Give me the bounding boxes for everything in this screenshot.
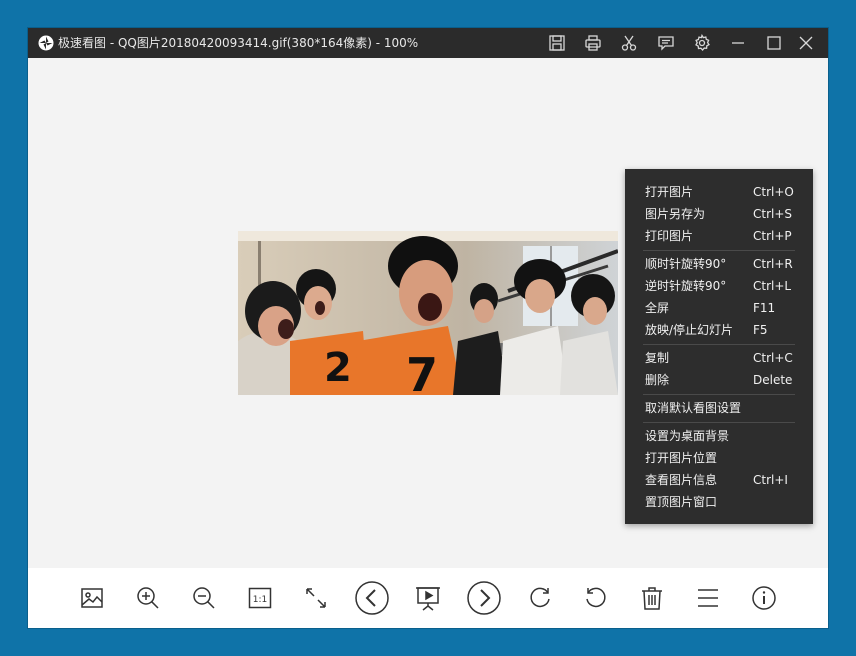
menu-item-open-image[interactable]: 打开图片 Ctrl+O — [625, 181, 813, 203]
zoom-out-icon[interactable] — [188, 582, 220, 614]
menu-item-label: 逆时针旋转90° — [645, 279, 727, 293]
next-icon[interactable] — [466, 580, 502, 616]
menu-item-image-info[interactable]: 查看图片信息 Ctrl+I — [625, 469, 813, 491]
menu-item-open-location[interactable]: 打开图片位置 — [625, 447, 813, 469]
menu-item-shortcut: F11 — [753, 301, 776, 315]
menu-separator — [643, 422, 795, 423]
menu-item-label: 图片另存为 — [645, 207, 706, 221]
menu-separator — [643, 344, 795, 345]
actual-size-icon[interactable]: 1:1 — [244, 582, 276, 614]
close-icon[interactable] — [796, 33, 816, 53]
trash-icon[interactable] — [636, 582, 668, 614]
actual-size-label: 1:1 — [253, 595, 267, 605]
menu-item-label: 置顶图片窗口 — [645, 495, 718, 509]
menu-item-shortcut: Ctrl+I — [753, 473, 788, 487]
menu-item-label: 复制 — [645, 351, 670, 365]
jersey-number-7: 7 — [406, 348, 438, 395]
menu-item-rotate-counterclockwise[interactable]: 逆时针旋转90° Ctrl+L — [625, 275, 813, 297]
menu-item-label: 顺时针旋转90° — [645, 257, 727, 271]
menu-item-fullscreen[interactable]: 全屏 F11 — [625, 297, 813, 319]
image-icon[interactable] — [76, 582, 108, 614]
fit-window-icon[interactable] — [300, 582, 332, 614]
feedback-icon[interactable] — [656, 33, 676, 53]
minimize-icon[interactable] — [728, 33, 748, 53]
menu-item-print-image[interactable]: 打印图片 Ctrl+P — [625, 225, 813, 247]
zoom-in-icon[interactable] — [132, 582, 164, 614]
gear-icon[interactable] — [692, 33, 712, 53]
menu-item-label: 删除 — [645, 373, 670, 387]
menu-item-shortcut: Delete — [753, 373, 793, 387]
menu-item-label: 放映/停止幻灯片 — [645, 323, 734, 337]
menu-item-slideshow[interactable]: 放映/停止幻灯片 F5 — [625, 319, 813, 341]
menu-item-label: 设置为桌面背景 — [645, 429, 730, 443]
menu-separator — [643, 394, 795, 395]
displayed-photo: 2 7 — [238, 231, 618, 395]
rotate-counterclockwise-icon[interactable] — [580, 582, 612, 614]
menu-item-label: 取消默认看图设置 — [645, 401, 742, 415]
previous-icon[interactable] — [354, 580, 390, 616]
menu-item-save-as[interactable]: 图片另存为 Ctrl+S — [625, 203, 813, 225]
menu-item-shortcut: Ctrl+S — [753, 207, 793, 221]
menu-item-label: 打开图片 — [645, 185, 694, 199]
menu-item-label: 查看图片信息 — [645, 473, 718, 487]
menu-item-shortcut: Ctrl+P — [753, 229, 792, 243]
menu-item-cancel-default-viewer[interactable]: 取消默认看图设置 — [625, 397, 813, 419]
menu-item-label: 打开图片位置 — [645, 451, 718, 465]
bottom-toolbar: 1:1 — [28, 568, 828, 628]
context-menu: 打开图片 Ctrl+O 图片另存为 Ctrl+S 打印图片 Ctrl+P 顺时针旋转9… — [625, 169, 813, 524]
info-icon[interactable] — [748, 582, 780, 614]
title-separator: - — [106, 36, 118, 50]
title-bar: 极速看图 - QQ图片20180420093414.gif(380*164像素)… — [28, 28, 828, 58]
save-icon[interactable] — [547, 33, 567, 53]
rotate-clockwise-icon[interactable] — [524, 582, 556, 614]
window-title: 极速看图 - QQ图片20180420093414.gif(380*164像素)… — [58, 28, 418, 58]
menu-item-set-wallpaper[interactable]: 设置为桌面背景 — [625, 425, 813, 447]
print-icon[interactable] — [583, 33, 603, 53]
maximize-icon[interactable] — [764, 33, 784, 53]
image-viewer-window: 极速看图 - QQ图片20180420093414.gif(380*164像素)… — [28, 28, 828, 628]
menu-item-delete[interactable]: 删除 Delete — [625, 369, 813, 391]
menu-item-shortcut: Ctrl+L — [753, 279, 792, 293]
menu-item-label: 全屏 — [645, 301, 670, 315]
jersey-number-2: 2 — [324, 345, 352, 391]
slideshow-icon[interactable] — [412, 582, 444, 614]
menu-separator — [643, 250, 795, 251]
image-canvas[interactable]: 2 7 打开图片 Ctrl+O 图片另存为 Ctrl+S 打印图片 Ctrl+P… — [28, 58, 828, 568]
app-name: 极速看图 — [58, 36, 107, 50]
menu-item-shortcut: Ctrl+R — [753, 257, 793, 271]
scissors-icon[interactable] — [619, 33, 639, 53]
file-title: QQ图片20180420093414.gif(380*164像素) - 100% — [117, 36, 419, 50]
menu-item-copy[interactable]: 复制 Ctrl+C — [625, 347, 813, 369]
menu-item-label: 打印图片 — [645, 229, 694, 243]
menu-icon[interactable] — [692, 582, 724, 614]
menu-item-pin-window[interactable]: 置顶图片窗口 — [625, 491, 813, 513]
menu-item-shortcut: Ctrl+O — [753, 185, 794, 199]
menu-item-rotate-clockwise[interactable]: 顺时针旋转90° Ctrl+R — [625, 253, 813, 275]
menu-item-shortcut: F5 — [753, 323, 768, 337]
menu-item-shortcut: Ctrl+C — [753, 351, 793, 365]
app-logo-icon — [38, 35, 54, 51]
